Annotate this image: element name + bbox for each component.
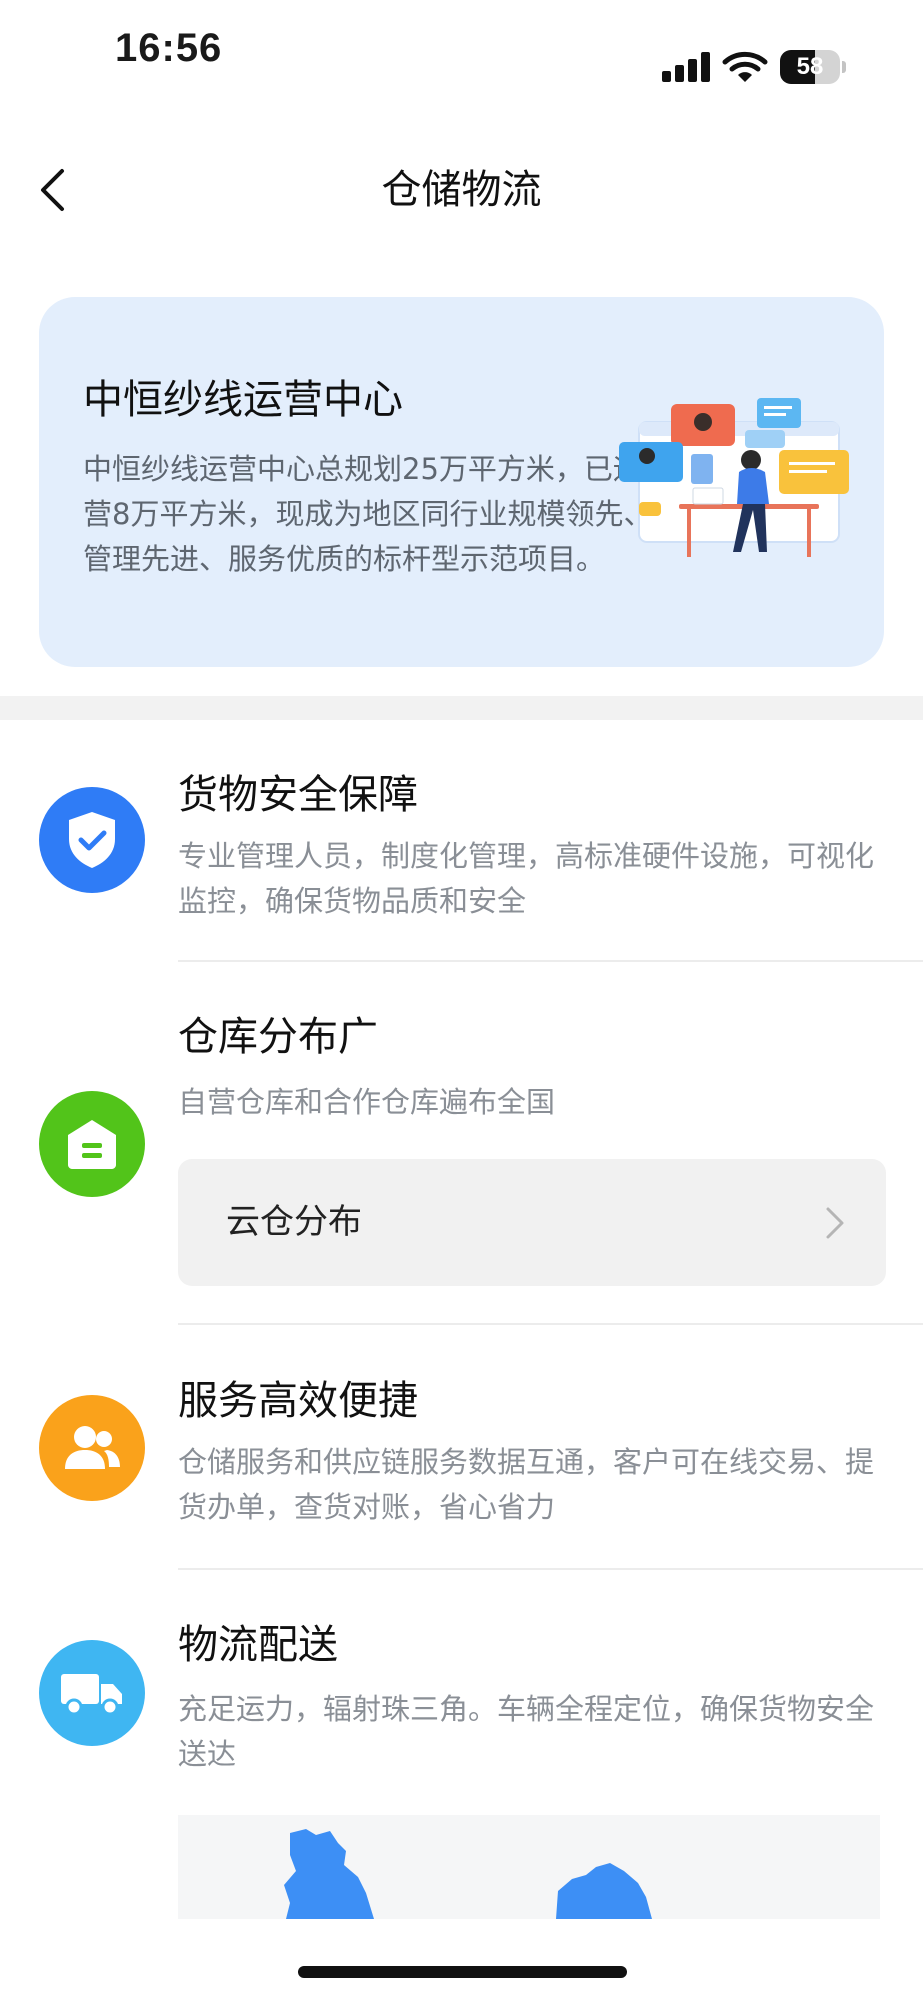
divider: [178, 1568, 923, 1570]
feature-service-badge: [39, 1395, 145, 1501]
office-illustration-icon: [619, 398, 849, 557]
feature-service-description: 仓储服务和供应链服务数据互通，客户可在线交易、提货办单，查货对账，省心省力: [178, 1445, 875, 1524]
hero-title: 中恒纱线运营中心: [83, 377, 403, 423]
feature-logistics-description: 充足运力，辐射珠三角。车辆全程定位，确保货物安全送达: [178, 1692, 875, 1771]
shield-check-icon: [69, 812, 115, 868]
back-button[interactable]: [22, 160, 82, 220]
feature-logistics-title: 物流配送: [178, 1622, 338, 1668]
users-icon: [65, 1426, 120, 1469]
cloud-warehouse-label: 云仓分布: [226, 1202, 362, 1242]
feature-warehouse-badge: [39, 1091, 145, 1197]
feature-security-badge: [39, 787, 145, 893]
status-time: 16:56: [115, 26, 223, 70]
page: 16:56 58 仓储物流 中恒纱线运营中心 中恒纱线运营中心总规划25万平方米…: [0, 0, 923, 2000]
status-bar: 16:56 58: [0, 0, 923, 100]
battery-level: 58: [796, 53, 824, 80]
home-indicator: [298, 1966, 627, 1978]
page-title: 仓储物流: [381, 167, 542, 213]
battery-icon: 58: [780, 50, 846, 84]
feature-security-description: 专业管理人员，制度化管理，高标准硬件设施，可视化监控，确保货物品质和安全: [178, 839, 875, 918]
section-separator: [0, 696, 923, 720]
divider: [178, 1323, 923, 1325]
feature-security-title: 货物安全保障: [178, 772, 418, 818]
divider: [178, 960, 923, 962]
truck-icon: [61, 1674, 122, 1716]
nav-bar: 仓储物流: [0, 140, 923, 240]
chevron-left-icon: [41, 169, 64, 211]
cloud-warehouse-distribution-button[interactable]: 云仓分布: [178, 1159, 886, 1286]
hero-description: 中恒纱线运营中心总规划25万平方米，已运营8万平方米，现成为地区同行业规模领先、…: [83, 452, 653, 576]
chevron-right-icon: [826, 1207, 844, 1239]
feature-warehouse-description: 自营仓库和合作仓库遍布全国: [178, 1085, 556, 1119]
feature-warehouse-title: 仓库分布广: [178, 1014, 378, 1060]
hero-card: 中恒纱线运营中心 中恒纱线运营中心总规划25万平方米，已运营8万平方米，现成为地…: [39, 297, 884, 667]
warehouse-icon: [68, 1120, 116, 1169]
signal-icon: [662, 52, 710, 82]
wifi-icon: [722, 51, 768, 82]
feature-logistics-badge: [39, 1640, 145, 1746]
map-region-icon: [284, 1829, 652, 1919]
logistics-coverage-map: [178, 1815, 880, 1919]
feature-service-title: 服务高效便捷: [178, 1378, 418, 1424]
